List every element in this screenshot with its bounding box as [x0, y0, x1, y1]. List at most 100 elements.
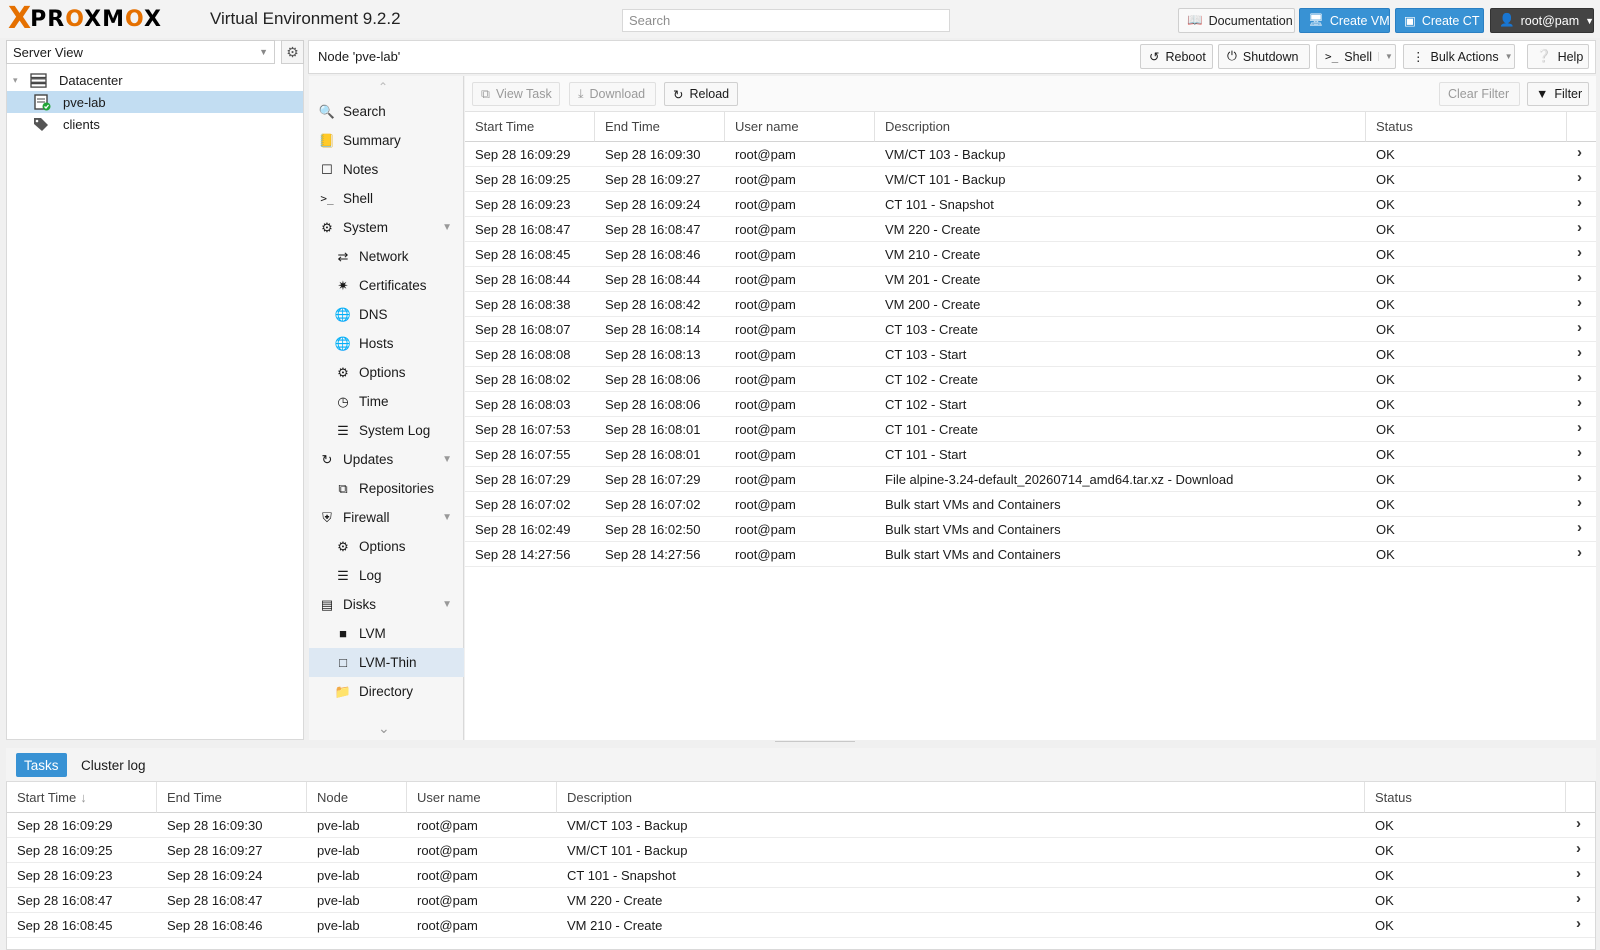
reload-button[interactable]: ↻ Reload — [664, 82, 738, 106]
chevron-right-icon[interactable]: › — [1577, 269, 1582, 286]
log-row[interactable]: Sep 28 16:08:45 Sep 28 16:08:46 pve-lab roo… — [7, 913, 1595, 938]
nav-item-system-log[interactable]: ☰ System Log — [309, 416, 464, 445]
chevron-right-icon[interactable]: › — [1577, 369, 1582, 386]
chevron-right-icon[interactable]: › — [1577, 344, 1582, 361]
nav-item-network[interactable]: ⇄ Network — [309, 242, 464, 271]
table-row[interactable]: Sep 28 16:08:02 Sep 28 16:08:06 root@pam CT… — [465, 367, 1596, 392]
nav-item-shell[interactable]: >_ Shell — [309, 184, 464, 213]
log-col-end-time[interactable]: End Time — [157, 782, 307, 813]
log-col-user-name[interactable]: User name — [407, 782, 557, 813]
col-user-name[interactable]: User name — [725, 112, 875, 142]
chevron-right-icon[interactable]: › — [1577, 169, 1582, 186]
chevron-right-icon[interactable]: › — [1577, 194, 1582, 211]
nav-item-hosts[interactable]: 🌐 Hosts — [309, 329, 464, 358]
table-row[interactable]: Sep 28 16:08:08 Sep 28 16:08:13 root@pam CT… — [465, 342, 1596, 367]
shell-button[interactable]: >_ Shell ▼ — [1316, 44, 1396, 69]
nav-item-system[interactable]: ⚙ System ▼ — [309, 213, 464, 242]
tab-tasks[interactable]: Tasks — [16, 753, 67, 777]
chevron-right-icon[interactable]: › — [1577, 244, 1582, 261]
tree-item-datacenter[interactable]: ▾ Datacenter — [7, 69, 303, 91]
table-row[interactable]: Sep 28 16:02:49 Sep 28 16:02:50 root@pam Bu… — [465, 517, 1596, 542]
chevron-down-icon[interactable]: ▼ — [442, 222, 452, 233]
scroll-down-icon[interactable]: ⌄ — [378, 720, 390, 737]
table-row[interactable]: Sep 28 16:09:23 Sep 28 16:09:24 root@pam CT… — [465, 192, 1596, 217]
download-button[interactable]: ⤓ Download — [569, 82, 656, 106]
log-col-description[interactable]: Description — [557, 782, 1365, 813]
table-row[interactable]: Sep 28 16:08:44 Sep 28 16:08:44 root@pam VM… — [465, 267, 1596, 292]
table-row[interactable]: Sep 28 16:08:07 Sep 28 16:08:14 root@pam CT… — [465, 317, 1596, 342]
chevron-right-icon[interactable]: › — [1577, 419, 1582, 436]
filter-button[interactable]: ▼ Filter — [1527, 82, 1589, 106]
chevron-down-icon[interactable]: ▼ — [442, 599, 452, 610]
nav-item-options[interactable]: ⚙ Options — [309, 532, 464, 561]
nav-item-search[interactable]: 🔍 Search — [309, 97, 464, 126]
col-description[interactable]: Description — [875, 112, 1366, 142]
nav-item-repositories[interactable]: ⧉ Repositories — [309, 474, 464, 503]
create-vm-button[interactable]: 🖥 Create VM — [1299, 8, 1390, 33]
nav-item-lvm-thin[interactable]: □ LVM-Thin — [309, 648, 464, 677]
nav-item-directory[interactable]: 📁 Directory — [309, 677, 464, 706]
reboot-button[interactable]: ↺ Reboot — [1140, 44, 1213, 69]
tree-item-clients[interactable]: clients — [7, 113, 303, 135]
help-button[interactable]: ❔ Help — [1527, 44, 1589, 69]
documentation-button[interactable]: 📖 Documentation — [1178, 8, 1295, 33]
user-menu-button[interactable]: 👤 root@pam ▼ — [1490, 8, 1594, 33]
create-ct-button[interactable]: ▣ Create CT — [1395, 8, 1484, 33]
tree-item-pve-lab[interactable]: pve-lab — [7, 91, 303, 113]
nav-item-log[interactable]: ☰ Log — [309, 561, 464, 590]
chevron-right-icon[interactable]: › — [1577, 519, 1582, 536]
log-col-status[interactable]: Status — [1365, 782, 1566, 813]
chevron-right-icon[interactable]: › — [1577, 469, 1582, 486]
nav-item-lvm[interactable]: ■ LVM — [309, 619, 464, 648]
table-row[interactable]: Sep 28 16:07:53 Sep 28 16:08:01 root@pam CT… — [465, 417, 1596, 442]
nav-item-time[interactable]: ◷ Time — [309, 387, 464, 416]
panel-splitter[interactable] — [775, 741, 855, 745]
chevron-right-icon[interactable]: › — [1577, 144, 1582, 161]
view-task-button[interactable]: ⧉ View Task — [472, 82, 560, 106]
log-row[interactable]: Sep 28 16:09:29 Sep 28 16:09:30 pve-lab roo… — [7, 813, 1595, 838]
table-row[interactable]: Sep 28 16:07:02 Sep 28 16:07:02 root@pam Bu… — [465, 492, 1596, 517]
search-input[interactable]: Search — [622, 9, 950, 32]
tree-settings-button[interactable]: ⚙ — [281, 40, 304, 64]
chevron-right-icon[interactable]: › — [1577, 394, 1582, 411]
col-end-time[interactable]: End Time — [595, 112, 725, 142]
chevron-right-icon[interactable]: › — [1576, 865, 1581, 882]
chevron-right-icon[interactable]: › — [1577, 444, 1582, 461]
nav-item-firewall[interactable]: ⛨ Firewall ▼ — [309, 503, 464, 532]
shutdown-button[interactable]: ⏻ Shutdown — [1218, 44, 1310, 69]
log-col-start-time[interactable]: Start Time ↓ — [7, 782, 157, 813]
nav-item-notes[interactable]: ☐ Notes — [309, 155, 464, 184]
table-row[interactable]: Sep 28 16:09:25 Sep 28 16:09:27 root@pam VM… — [465, 167, 1596, 192]
nav-item-disks[interactable]: ▤ Disks ▼ — [309, 590, 464, 619]
view-selector[interactable]: Server View ▼ — [6, 40, 275, 64]
table-row[interactable]: Sep 28 16:09:29 Sep 28 16:09:30 root@pam VM… — [465, 142, 1596, 167]
chevron-right-icon[interactable]: › — [1576, 840, 1581, 857]
log-col-node[interactable]: Node — [307, 782, 407, 813]
table-row[interactable]: Sep 28 16:07:55 Sep 28 16:08:01 root@pam CT… — [465, 442, 1596, 467]
table-row[interactable]: Sep 28 16:07:29 Sep 28 16:07:29 root@pam Fi… — [465, 467, 1596, 492]
nav-item-options[interactable]: ⚙ Options — [309, 358, 464, 387]
log-row[interactable]: Sep 28 16:08:47 Sep 28 16:08:47 pve-lab roo… — [7, 888, 1595, 913]
chevron-right-icon[interactable]: › — [1577, 219, 1582, 236]
chevron-right-icon[interactable]: › — [1577, 319, 1582, 336]
bulk-actions-button[interactable]: ⋮ Bulk Actions ▼ — [1403, 44, 1515, 69]
chevron-right-icon[interactable]: › — [1577, 294, 1582, 311]
table-row[interactable]: Sep 28 16:08:38 Sep 28 16:08:42 root@pam VM… — [465, 292, 1596, 317]
chevron-right-icon[interactable]: › — [1577, 494, 1582, 511]
table-row[interactable]: Sep 28 16:08:47 Sep 28 16:08:47 root@pam VM… — [465, 217, 1596, 242]
log-row[interactable]: Sep 28 16:09:25 Sep 28 16:09:27 pve-lab roo… — [7, 838, 1595, 863]
table-row[interactable]: Sep 28 16:08:03 Sep 28 16:08:06 root@pam CT… — [465, 392, 1596, 417]
nav-item-updates[interactable]: ↻ Updates ▼ — [309, 445, 464, 474]
chevron-right-icon[interactable]: › — [1576, 915, 1581, 932]
chevron-right-icon[interactable]: › — [1576, 815, 1581, 832]
log-row[interactable]: Sep 28 16:09:23 Sep 28 16:09:24 pve-lab roo… — [7, 863, 1595, 888]
chevron-down-icon[interactable]: ▼ — [442, 512, 452, 523]
tab-cluster-log[interactable]: Cluster log — [73, 753, 154, 777]
chevron-right-icon[interactable]: › — [1576, 890, 1581, 907]
chevron-down-icon[interactable]: ▼ — [442, 454, 452, 465]
nav-item-dns[interactable]: 🌐 DNS — [309, 300, 464, 329]
col-status[interactable]: Status — [1366, 112, 1567, 142]
table-row[interactable]: Sep 28 16:08:45 Sep 28 16:08:46 root@pam VM… — [465, 242, 1596, 267]
nav-item-certificates[interactable]: ✷ Certificates — [309, 271, 464, 300]
table-row[interactable]: Sep 28 14:27:56 Sep 28 14:27:56 root@pam Bu… — [465, 542, 1596, 567]
